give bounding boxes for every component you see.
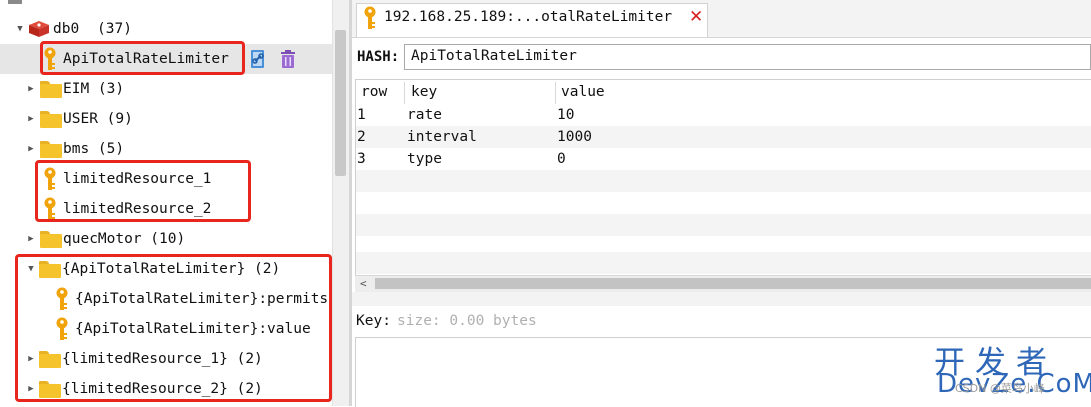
value-key-label: Key: bbox=[356, 313, 391, 329]
cell-key: rate bbox=[407, 107, 442, 123]
expand-arrow-icon[interactable]: ▶ bbox=[25, 104, 37, 134]
tree-item-limitedresource-2[interactable]: limitedResource_2 bbox=[0, 194, 332, 224]
trash-icon[interactable] bbox=[279, 44, 297, 74]
folder-icon bbox=[40, 74, 62, 104]
cell-row: 2 bbox=[357, 129, 366, 145]
table-row[interactable]: 2 interval 1000 bbox=[356, 126, 1091, 148]
tree-item-label: {ApiTotalRateLimiter}:permits bbox=[75, 291, 329, 307]
cell-key: type bbox=[407, 151, 442, 167]
value-size-text: size: 0.00 bytes bbox=[397, 313, 537, 329]
db-count: (37) bbox=[97, 21, 132, 37]
table-hscrollbar-thumb[interactable] bbox=[375, 278, 1091, 289]
expand-arrow-icon[interactable]: ▼ bbox=[25, 254, 37, 284]
key-name-field[interactable]: ApiTotalRateLimiter bbox=[404, 44, 1091, 70]
cell-value: 10 bbox=[557, 107, 575, 123]
redis-db-icon bbox=[27, 14, 51, 44]
folder-icon bbox=[39, 374, 61, 404]
tree-item-label: limitedResource_1 bbox=[63, 171, 212, 187]
expand-arrow-icon[interactable]: ▶ bbox=[25, 74, 37, 104]
tree-item-label: quecMotor (10) bbox=[63, 231, 186, 247]
tree-item-label: {limitedResource_1} (2) bbox=[62, 351, 263, 367]
tree-item-bms[interactable]: ▶ bms (5) bbox=[0, 134, 332, 164]
hash-type-label: HASH: bbox=[357, 49, 400, 65]
key-icon bbox=[43, 194, 57, 224]
tree-item-label: EIM (3) bbox=[63, 81, 125, 97]
column-separator bbox=[404, 82, 405, 104]
tree-item-label: {limitedResource_2} (2) bbox=[62, 381, 263, 397]
tree-top-stub bbox=[8, 0, 22, 4]
watermark-credit: CSDN @菜鸟小峰 bbox=[955, 382, 1045, 395]
pane-splitter[interactable] bbox=[349, 0, 352, 406]
empty-row bbox=[356, 252, 1091, 274]
empty-row bbox=[356, 214, 1091, 236]
tree-item-quecmotor[interactable]: ▶ quecMotor (10) bbox=[0, 224, 332, 254]
folder-icon bbox=[40, 104, 62, 134]
tree-db-row[interactable]: ▼ db0 (37) bbox=[0, 14, 332, 44]
tree-item-label: ApiTotalRateLimiter bbox=[63, 51, 229, 67]
tree-item-value[interactable]: {ApiTotalRateLimiter}:value bbox=[0, 314, 332, 344]
cell-row: 3 bbox=[357, 151, 366, 167]
key-tree: ▼ db0 (37) ApiTotalRateLimiter ▶ EIM (3) bbox=[0, 0, 332, 406]
key-icon bbox=[55, 284, 69, 314]
column-header-key[interactable]: key bbox=[411, 80, 437, 104]
tree-item-eim[interactable]: ▶ EIM (3) bbox=[0, 74, 332, 104]
tab-label[interactable]: 192.168.25.189:...otalRateLimiter bbox=[384, 9, 672, 25]
panel-splitter[interactable] bbox=[352, 292, 1091, 306]
tree-item-limitedresource-1-group[interactable]: ▶ {limitedResource_1} (2) bbox=[0, 344, 332, 374]
key-icon bbox=[363, 6, 377, 34]
tree-item-label: limitedResource_2 bbox=[63, 201, 212, 217]
expand-arrow-icon[interactable]: ▶ bbox=[25, 374, 37, 404]
tree-item-user[interactable]: ▶ USER (9) bbox=[0, 104, 332, 134]
tree-item-limitedresource-1[interactable]: limitedResource_1 bbox=[0, 164, 332, 194]
folder-icon bbox=[40, 134, 62, 164]
db-name: db0 bbox=[53, 21, 80, 37]
column-header-row[interactable]: row bbox=[361, 80, 387, 104]
key-icon bbox=[43, 164, 57, 194]
tree-item-apitotalratelimiter-group[interactable]: ▼ {ApiTotalRateLimiter} (2) bbox=[0, 254, 332, 284]
folder-icon bbox=[40, 224, 62, 254]
tree-item-label: USER (9) bbox=[63, 111, 133, 127]
tree-item-permits[interactable]: {ApiTotalRateLimiter}:permits bbox=[0, 284, 332, 314]
tree-item-label: {ApiTotalRateLimiter} (2) bbox=[62, 261, 281, 277]
folder-icon bbox=[39, 254, 61, 284]
tree-item-limitedresource-2-group[interactable]: ▶ {limitedResource_2} (2) bbox=[0, 374, 332, 404]
tree-item-label: bms (5) bbox=[63, 141, 125, 157]
expand-arrow-icon[interactable]: ▶ bbox=[25, 224, 37, 254]
cell-value: 0 bbox=[557, 151, 566, 167]
expand-arrow-icon[interactable]: ▶ bbox=[25, 134, 37, 164]
tree-item-label: {ApiTotalRateLimiter}:value bbox=[75, 321, 311, 337]
empty-row bbox=[356, 170, 1091, 192]
tree-scrollbar-thumb[interactable] bbox=[335, 30, 346, 176]
copy-link-icon[interactable] bbox=[249, 44, 267, 74]
expand-arrow-icon[interactable]: ▼ bbox=[14, 14, 26, 44]
cell-value: 1000 bbox=[557, 129, 592, 145]
cell-key: interval bbox=[407, 129, 477, 145]
chevron-left-icon[interactable]: < bbox=[360, 276, 367, 291]
table-row[interactable]: 3 type 0 bbox=[356, 148, 1091, 170]
column-header-value[interactable]: value bbox=[561, 80, 605, 104]
close-icon[interactable]: ✕ bbox=[689, 7, 703, 27]
folder-icon bbox=[39, 344, 61, 374]
cell-row: 1 bbox=[357, 107, 366, 123]
key-icon bbox=[43, 44, 57, 74]
key-icon bbox=[55, 314, 69, 344]
tree-item-apitotalratelimiter[interactable]: ApiTotalRateLimiter bbox=[0, 44, 332, 74]
expand-arrow-icon[interactable]: ▶ bbox=[25, 344, 37, 374]
column-separator bbox=[555, 82, 556, 104]
table-row[interactable]: 1 rate 10 bbox=[356, 104, 1091, 126]
